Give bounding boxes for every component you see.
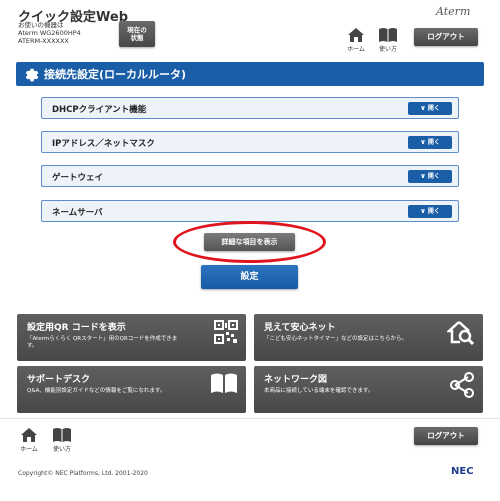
nec-logo: NEC <box>451 466 474 477</box>
section-title: 接続先設定(ローカルルータ) <box>44 68 187 81</box>
book-icon <box>379 28 397 42</box>
chevron-down-icon: ∨ <box>420 104 426 112</box>
accordion-label: IPアドレス／ネットマスク <box>52 139 155 149</box>
accordion-name-server[interactable]: ネームサーバ ∨ 開く <box>41 200 459 222</box>
accordion-dhcp-client[interactable]: DHCPクライアント機能 ∨ 開く <box>41 97 459 119</box>
home-icon <box>348 28 364 42</box>
tile-qr-code[interactable]: 設定用QR コードを表示 「Atermらくらく QRスタート」用のQRコードを作… <box>17 314 246 361</box>
footer-divider <box>0 418 500 419</box>
current-status-button[interactable]: 現在の 状態 <box>119 21 155 47</box>
logout-button[interactable]: ログアウト <box>414 28 478 46</box>
book-icon <box>53 428 71 442</box>
page-header: クイック設定Web お使いの機器は Aterm WG2600HP4 ATERM-… <box>0 0 500 58</box>
device-info: お使いの機器は Aterm WG2600HP4 ATERM-XXXXXX <box>18 21 81 45</box>
tile-desc: 本商品に接続している端末を確認できます。 <box>264 388 373 395</box>
tile-network-map[interactable]: ネットワーク図 本商品に接続している端末を確認できます。 <box>254 366 483 413</box>
accordion-label: ゲートウェイ <box>52 173 104 183</box>
open-button-label: 開く <box>427 105 440 112</box>
show-details-button[interactable]: 詳細な項目を表示 <box>204 233 295 251</box>
tile-desc-line2: す。 <box>27 343 38 349</box>
tile-title: 見えて安心ネット <box>264 323 336 333</box>
status-button-line1: 現在の <box>127 26 147 34</box>
book-icon <box>211 373 237 393</box>
open-button[interactable]: ∨ 開く <box>408 102 452 115</box>
accordion-label: DHCPクライアント機能 <box>52 105 147 115</box>
home-icon <box>21 428 37 442</box>
tile-mieru-anshin[interactable]: 見えて安心ネット 「こども安心ネットタイマー」などの設定はこちらから。 <box>254 314 483 361</box>
manual-nav[interactable]: 使い方 <box>374 27 402 53</box>
tile-desc-line1: 「こども安心ネットタイマー」などの設定はこちらから。 <box>264 336 408 342</box>
chevron-down-icon: ∨ <box>420 172 426 180</box>
section-title-bar: 接続先設定(ローカルルータ) <box>16 62 484 86</box>
manual-label: 使い方 <box>378 46 397 53</box>
accordion-label: ネームサーバ <box>52 208 103 218</box>
tile-desc: 「Atermらくらく QRスタート」用のQRコードを作成できま す。 <box>27 336 177 350</box>
home-label: ホーム <box>20 446 38 453</box>
footer-logout-button[interactable]: ログアウト <box>414 427 478 445</box>
tile-desc: Q&A、機能別設定ガイドなどの情報をご覧になれます。 <box>27 388 165 395</box>
home-nav[interactable]: ホーム <box>342 27 370 53</box>
manual-label: 使い方 <box>52 446 71 453</box>
accordion-gateway[interactable]: ゲートウェイ ∨ 開く <box>41 165 459 187</box>
tile-support-desk[interactable]: サポートデスク Q&A、機能別設定ガイドなどの情報をご覧になれます。 <box>17 366 246 413</box>
copyright-text: Copyright© NEC Platforms, Ltd. 2001-2020 <box>18 470 148 477</box>
tile-desc-line1: 本商品に接続している端末を確認できます。 <box>264 388 374 394</box>
gear-icon <box>25 68 39 82</box>
open-button[interactable]: ∨ 開く <box>408 170 452 183</box>
chevron-down-icon: ∨ <box>420 207 426 215</box>
status-button-line2: 状態 <box>130 34 144 42</box>
open-button[interactable]: ∨ 開く <box>408 205 452 218</box>
device-model: Aterm WG2600HP4 <box>18 29 81 37</box>
aterm-logo: Aterm <box>436 5 471 18</box>
tile-desc-line1: 「Atermらくらく QRスタート」用のQRコードを作成できま <box>27 336 178 342</box>
open-button[interactable]: ∨ 開く <box>408 136 452 149</box>
footer-manual-nav[interactable]: 使い方 <box>48 427 76 453</box>
qr-code-icon <box>214 320 238 344</box>
home-label: ホーム <box>347 46 365 53</box>
chevron-down-icon: ∨ <box>420 138 426 146</box>
device-serial: ATERM-XXXXXX <box>18 37 69 45</box>
submit-settings-button[interactable]: 設定 <box>201 265 298 289</box>
network-icon <box>450 372 474 398</box>
open-button-label: 開く <box>427 173 440 180</box>
footer-home-nav[interactable]: ホーム <box>15 427 43 453</box>
tile-desc: 「こども安心ネットタイマー」などの設定はこちらから。 <box>264 336 407 343</box>
accordion-ip-netmask[interactable]: IPアドレス／ネットマスク ∨ 開く <box>41 131 459 153</box>
tile-desc-line1: Q&A、機能別設定ガイドなどの情報をご覧になれます。 <box>27 388 166 394</box>
tile-title: ネットワーク図 <box>264 375 328 385</box>
open-button-label: 開く <box>427 208 440 215</box>
tile-title: サポートデスク <box>27 375 91 385</box>
home-search-icon <box>447 321 475 346</box>
open-button-label: 開く <box>427 139 440 146</box>
tile-title: 設定用QR コードを表示 <box>27 323 126 333</box>
device-label: お使いの機器は <box>18 21 64 29</box>
